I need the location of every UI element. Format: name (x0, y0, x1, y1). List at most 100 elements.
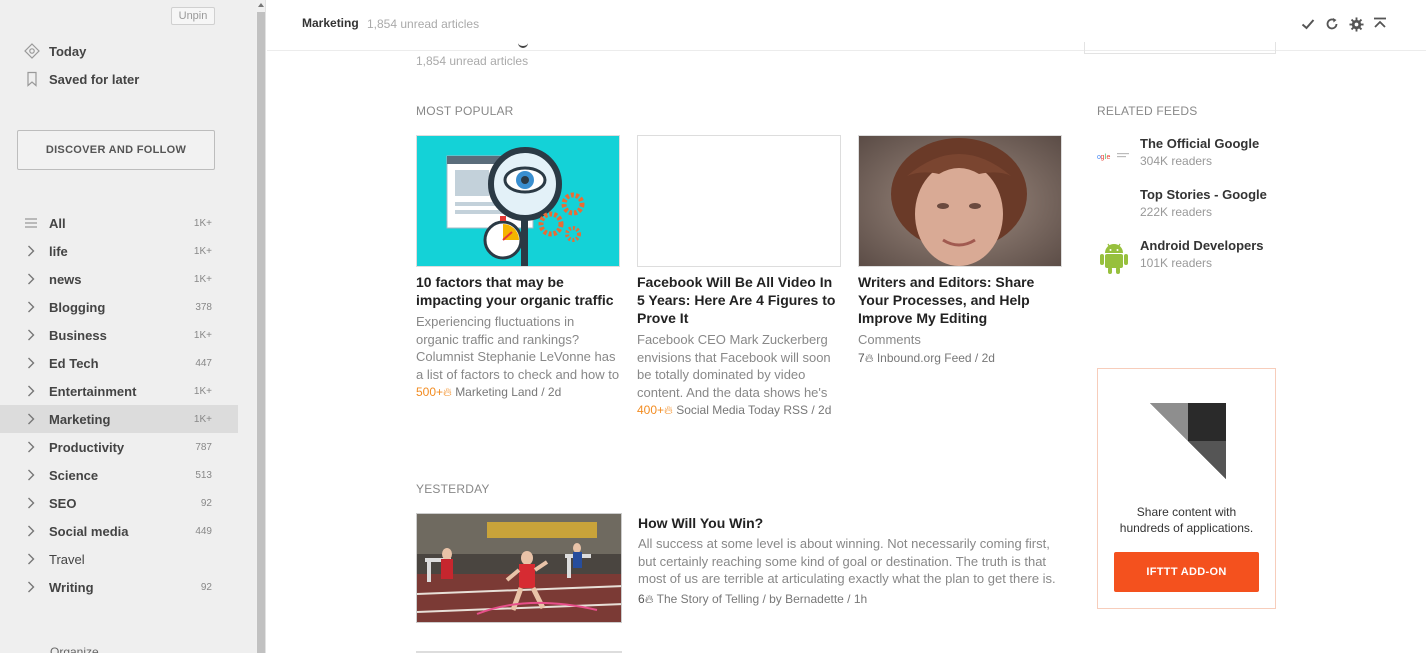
unread-badge: 447 (195, 357, 212, 369)
sidebar-feed-news[interactable]: news 1K+ (0, 265, 238, 293)
sidebar-feed-travel[interactable]: Travel (0, 545, 238, 573)
engagement-count: 6 (638, 592, 645, 606)
article-title[interactable]: Writers and Editors: Share Your Processe… (858, 273, 1062, 327)
sidebar-cut-item[interactable]: Organize (50, 645, 99, 653)
article-thumbnail[interactable] (858, 135, 1062, 267)
unread-badge: 1K+ (193, 329, 212, 341)
sidebar-feed-marketing[interactable]: Marketing 1K+ (0, 405, 238, 433)
sidebar-scrollbar[interactable] (256, 0, 266, 653)
article-meta: 7🔥︎ Inbound.org Feed / 2d (858, 351, 1062, 366)
related-feed-item[interactable]: o g l e The Official Google 304K readers (1097, 136, 1287, 180)
article-card[interactable]: Facebook Will Be All Video In 5 Years: H… (637, 135, 841, 418)
article-summary: All success at some level is about winni… (638, 536, 1056, 586)
feed-list: All 1K+ life 1K+ news 1K+ Blogging 378 Business 1… (0, 209, 238, 601)
related-feed-name[interactable]: Top Stories - Google (1140, 187, 1267, 202)
related-feed-item[interactable]: Android Developers 101K readers (1097, 238, 1287, 282)
sidebar-feed-blogging[interactable]: Blogging 378 (0, 293, 238, 321)
chevron-right-icon[interactable] (24, 440, 38, 454)
ifttt-logo-icon (1150, 403, 1226, 486)
today-icon (24, 43, 40, 59)
chevron-right-icon[interactable] (24, 524, 38, 538)
ifttt-addon-button[interactable]: IFTTT ADD-ON (1114, 552, 1259, 592)
chevron-right-icon[interactable] (24, 580, 38, 594)
sidebar-feed-all[interactable]: All 1K+ (0, 209, 238, 237)
related-feed-name[interactable]: The Official Google (1140, 136, 1259, 151)
chevron-right-icon[interactable] (24, 356, 38, 370)
header-actions (1300, 15, 1388, 33)
sidebar: Unpin Today Saved for later DISCOVER AND… (0, 0, 256, 653)
article-thumbnail[interactable] (416, 135, 620, 267)
ifttt-text-line: Share content with (1136, 505, 1237, 519)
unread-badge: 378 (195, 301, 212, 313)
sidebar-feed-seo[interactable]: SEO 92 (0, 489, 238, 517)
sidebar-feed-productivity[interactable]: Productivity 787 (0, 433, 238, 461)
google-logo-icon: o g l e (1097, 139, 1131, 173)
discover-and-follow-button[interactable]: DISCOVER AND FOLLOW (17, 130, 215, 170)
sidebar-feed-label: Productivity (49, 439, 125, 455)
sidebar-feed-writing[interactable]: Writing 92 (0, 573, 238, 601)
sidebar-feed-social-media[interactable]: Social media 449 (0, 517, 238, 545)
unread-badge: 1K+ (193, 413, 212, 425)
chevron-right-icon[interactable] (24, 496, 38, 510)
article-thumbnail[interactable] (637, 135, 841, 267)
chevron-right-icon[interactable] (24, 552, 38, 566)
related-feed-name[interactable]: Android Developers (1140, 238, 1264, 253)
unread-count: 1,854 unread articles (367, 17, 480, 31)
article-title[interactable]: How Will You Win? (638, 515, 763, 531)
sidebar-feed-science[interactable]: Science 513 (0, 461, 238, 489)
ifttt-text-line: hundreds of applications. (1119, 521, 1254, 535)
section-unread-count: 1,854 unread articles (416, 54, 529, 68)
sidebar-feed-label: Marketing (49, 411, 111, 427)
check-icon[interactable] (1300, 15, 1316, 33)
article-card[interactable]: Writers and Editors: Share Your Processe… (858, 135, 1062, 366)
scroll-up-arrow-icon[interactable] (258, 3, 264, 7)
sidebar-feed-label: All (49, 215, 66, 231)
sidebar-primary-nav: Today Saved for later (0, 37, 238, 93)
sidebar-feed-business[interactable]: Business 1K+ (0, 321, 238, 349)
unread-badge: 513 (195, 469, 212, 481)
sidebar-feed-label: Entertainment (49, 383, 137, 399)
search-box-edge (1084, 42, 1276, 54)
related-feed-readers: 101K readers (1140, 256, 1213, 270)
chevron-right-icon[interactable] (24, 412, 38, 426)
article-title[interactable]: 10 factors that may be impacting your or… (416, 273, 620, 309)
article-card[interactable]: 10 factors that may be impacting your or… (416, 135, 620, 400)
article-source[interactable]: Marketing Land / 2d (455, 385, 561, 399)
most-popular-heading: MOST POPULAR (416, 104, 514, 118)
article-source[interactable]: Social Media Today RSS / 2d (676, 403, 831, 417)
chevron-right-icon[interactable] (24, 468, 38, 482)
sidebar-feed-label: Social media (49, 523, 129, 539)
chevron-right-icon[interactable] (24, 300, 38, 314)
unread-badge: 1K+ (193, 217, 212, 229)
related-feed-item[interactable]: Top Stories - Google 222K readers (1097, 187, 1287, 231)
sidebar-feed-label: news (49, 271, 82, 287)
sidebar-feed-label: Ed Tech (49, 355, 99, 371)
article-title[interactable]: Facebook Will Be All Video In 5 Years: H… (637, 273, 841, 327)
sidebar-item-today[interactable]: Today (0, 37, 238, 65)
scrollbar-thumb[interactable] (257, 12, 265, 653)
related-feeds-heading: RELATED FEEDS (1097, 104, 1198, 118)
related-feed-readers: 222K readers (1140, 205, 1213, 219)
unpin-button[interactable]: Unpin (171, 7, 215, 25)
feed-logo-placeholder (1097, 190, 1131, 224)
unread-badge: 1K+ (193, 273, 212, 285)
sidebar-item-saved[interactable]: Saved for later (0, 65, 238, 93)
article-source[interactable]: Inbound.org Feed / 2d (877, 351, 995, 365)
gear-icon[interactable] (1348, 15, 1364, 33)
bookmark-icon (24, 71, 40, 87)
sidebar-feed-ed-tech[interactable]: Ed Tech 447 (0, 349, 238, 377)
article-source[interactable]: The Story of Telling / by Bernadette / 1… (657, 592, 868, 606)
unread-badge: 92 (200, 497, 212, 509)
engagement-count: 400+ (637, 403, 665, 417)
article-summary: Comments (858, 332, 921, 347)
collapse-top-icon[interactable] (1372, 15, 1388, 33)
refresh-icon[interactable] (1324, 15, 1340, 33)
sidebar-feed-entertainment[interactable]: Entertainment 1K+ (0, 377, 238, 405)
sidebar-feed-life[interactable]: life 1K+ (0, 237, 238, 265)
article-meta: 6🔥︎ The Story of Telling / by Bernadette… (638, 592, 867, 607)
chevron-right-icon[interactable] (24, 328, 38, 342)
chevron-right-icon[interactable] (24, 244, 38, 258)
chevron-right-icon[interactable] (24, 272, 38, 286)
chevron-right-icon[interactable] (24, 384, 38, 398)
article-thumbnail[interactable] (416, 513, 622, 623)
